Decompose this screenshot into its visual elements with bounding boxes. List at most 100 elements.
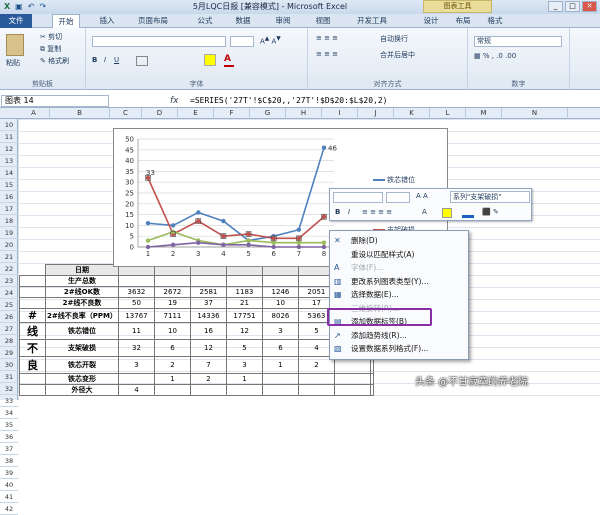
value-cell[interactable]: 21 [225,297,263,309]
row-header[interactable]: 27 [0,323,18,335]
side-label-cell[interactable]: 良 [19,356,46,374]
paste-button[interactable]: 粘贴 [6,58,20,68]
merge-center-button[interactable]: 合并后居中 [380,50,415,60]
tab-insert[interactable]: 插入 [92,14,122,28]
mini-italic-icon[interactable]: I [348,208,350,216]
row-header[interactable]: 22 [0,263,18,275]
row-header[interactable]: 34 [0,407,18,419]
row-header[interactable]: 11 [0,131,18,143]
column-header[interactable]: B [50,108,110,119]
minimize-icon[interactable]: _ [548,1,563,12]
row-header[interactable]: 19 [0,227,18,239]
column-header[interactable]: J [358,108,394,119]
series-point[interactable] [196,210,201,215]
value-cell[interactable]: 8026 [261,308,299,323]
mini-fill-icon[interactable] [442,208,452,218]
cut-button[interactable]: ✂ 剪切 [40,32,62,42]
context-menu-item[interactable]: ▧ 设置数据系列格式(F)... [330,343,468,355]
row-label-cell[interactable]: 铁芯开裂 [45,356,119,374]
series-point[interactable] [271,236,276,241]
underline-icon[interactable]: U [114,56,119,64]
value-cell[interactable]: 17751 [225,308,263,323]
series-point[interactable] [221,234,226,239]
value-cell[interactable] [369,373,374,385]
value-cell[interactable]: 2581 [189,286,227,298]
tab-data[interactable]: 数据 [228,14,258,28]
value-cell[interactable] [333,373,371,385]
column-header[interactable]: I [322,108,358,119]
value-cell[interactable]: 50 [117,297,155,309]
row-header[interactable]: 38 [0,455,18,467]
tab-formulas[interactable]: 公式 [190,14,220,28]
context-menu-item[interactable]: ✕ 删除(D) [330,235,468,247]
row-header[interactable]: 33 [0,395,18,407]
value-cell[interactable]: 1 [153,373,191,385]
row-header[interactable]: 15 [0,179,18,191]
context-menu-item[interactable]: ↗ 添加趋势线(R)... [330,330,468,342]
table-corner-cell[interactable] [19,264,46,276]
font-color-icon[interactable]: A [224,54,231,64]
italic-icon[interactable]: I [104,56,106,64]
mini-align-icons[interactable]: ≡ ≡ ≡ ≡ [362,208,392,216]
mini-outline-icon[interactable] [462,208,474,218]
row-label-cell[interactable]: 外径大 [45,384,119,396]
column-header[interactable]: A [18,108,50,119]
value-cell[interactable]: 1 [225,373,263,385]
value-cell[interactable]: 4 [117,384,155,396]
value-cell[interactable]: 3 [117,356,155,374]
date-header-cell[interactable]: 日期 [45,264,119,276]
value-cell[interactable] [189,275,227,287]
tab-design[interactable]: 设计 [418,14,444,28]
column-header[interactable]: H [286,108,322,119]
row-header[interactable]: 10 [0,119,18,131]
row-label-cell[interactable]: 2#线不良率（PPM） [45,308,119,323]
row-header[interactable]: 37 [0,443,18,455]
formula-input[interactable]: =SERIES('27T'!$C$20,,'27T'!$D$20:$L$20,2… [190,94,387,108]
name-box[interactable]: 图表 14 [1,95,109,107]
row-header[interactable]: 13 [0,155,18,167]
value-cell[interactable]: 2 [189,373,227,385]
value-cell[interactable]: 16 [189,322,227,340]
series-point[interactable] [145,238,151,243]
save-icon[interactable]: ▣ [15,2,23,12]
row-header[interactable]: 28 [0,335,18,347]
row-label-cell[interactable]: 2#线不良数 [45,297,119,309]
value-cell[interactable]: 14336 [189,308,227,323]
row-header[interactable]: 42 [0,503,18,515]
value-cell[interactable] [225,384,263,396]
row-label-cell[interactable]: 2#线OK数 [45,286,119,298]
series-point[interactable] [145,221,151,226]
row-label-cell[interactable]: 铁芯变形 [45,373,119,385]
context-menu-item[interactable]: ▥ 更改系列图表类型(Y)... [330,276,468,288]
tab-developer[interactable]: 开发工具 [350,14,394,28]
value-cell[interactable] [333,384,371,396]
row-header[interactable]: 31 [0,371,18,383]
column-header[interactable]: E [178,108,214,119]
row-header[interactable]: 39 [0,467,18,479]
row-header[interactable]: 40 [0,479,18,491]
side-label-cell[interactable] [19,297,46,309]
value-cell[interactable] [153,275,191,287]
series-point[interactable] [170,242,176,248]
row-header[interactable]: 25 [0,299,18,311]
column-header[interactable]: F [214,108,250,119]
series-point[interactable] [196,240,201,245]
tab-page-layout[interactable]: 页面布局 [130,14,176,28]
series-point[interactable] [170,223,176,228]
value-cell[interactable] [117,275,155,287]
series-point[interactable] [321,214,327,219]
tab-view[interactable]: 视图 [308,14,338,28]
column-header[interactable]: K [394,108,430,119]
series-point[interactable] [321,240,327,245]
row-label-cell[interactable]: 铁芯错位 [45,322,119,340]
value-cell[interactable] [189,384,227,396]
row-header[interactable]: 14 [0,167,18,179]
close-icon[interactable]: ✕ [582,1,597,12]
value-cell[interactable] [369,384,374,396]
format-painter-button[interactable]: ✎ 格式刷 [40,56,69,66]
mini-grow-font-icon[interactable]: A A [416,192,428,200]
value-cell[interactable]: 1183 [225,286,263,298]
border-icon[interactable] [136,56,148,66]
row-header[interactable]: 35 [0,419,18,431]
mini-size-combo[interactable] [386,192,410,203]
